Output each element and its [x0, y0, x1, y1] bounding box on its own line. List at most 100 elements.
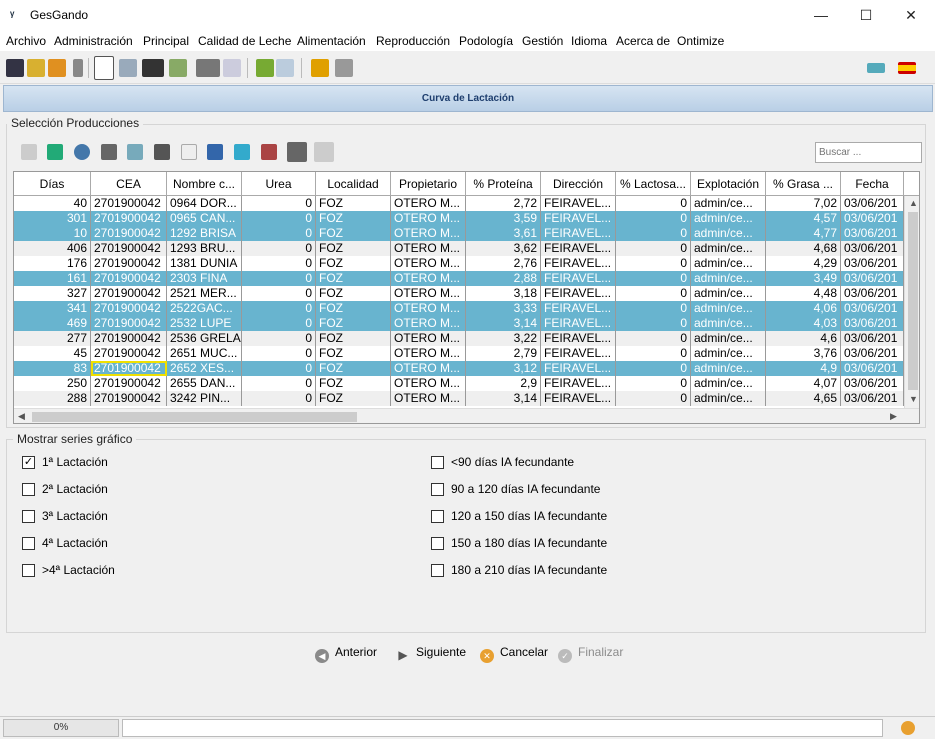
column-header[interactable]: Dirección [541, 172, 616, 196]
table-cell[interactable]: 03/06/201 [841, 331, 904, 346]
table-cell[interactable]: 03/06/201 [841, 301, 904, 316]
lactation-label-3[interactable]: 3ª Lactación [42, 509, 108, 523]
table-cell[interactable]: 1381 DUNIA [167, 256, 242, 271]
lactation-checkbox-2[interactable] [22, 483, 35, 496]
table-cell[interactable]: 1293 BRU... [167, 241, 242, 256]
table-row[interactable]: 301 2701900042 0965 CAN... 0 FOZ OTERO M... 3,… [14, 211, 904, 226]
table-cell[interactable]: admin/ce... [691, 211, 766, 226]
menu-calidad-leche[interactable]: Calidad de Leche [198, 34, 291, 48]
table-cell[interactable]: FOZ [316, 331, 391, 346]
table-cell[interactable]: 2701900042 [91, 241, 167, 256]
table-row[interactable]: 341 2701900042 2522GAC... 0 FOZ OTERO M... 3,3… [14, 301, 904, 316]
table-cell[interactable]: 4,77 [766, 226, 841, 241]
lock-icon[interactable] [311, 59, 329, 77]
scroll-up-icon[interactable]: ▲ [909, 198, 918, 208]
table-cell[interactable]: 3,76 [766, 346, 841, 361]
table-cell[interactable]: 03/06/201 [841, 241, 904, 256]
table-cell[interactable]: FOZ [316, 346, 391, 361]
table-cell[interactable]: 176 [14, 256, 91, 271]
table-row[interactable]: 161 2701900042 2303 FINA 0 FOZ OTERO M... 2,88… [14, 271, 904, 286]
table-cell[interactable]: 4,07 [766, 376, 841, 391]
table-cell[interactable]: FEIRAVEL... [541, 211, 616, 226]
table-cell[interactable]: 4,48 [766, 286, 841, 301]
ia-range-label-5[interactable]: 180 a 210 días IA fecundante [451, 563, 607, 577]
maximize-button[interactable]: ☐ [843, 0, 889, 31]
table-cell[interactable]: FOZ [316, 196, 391, 211]
table-cell[interactable]: 0 [242, 196, 316, 211]
table-cell[interactable]: FEIRAVEL... [541, 256, 616, 271]
ia-range-checkbox-1[interactable] [431, 456, 444, 469]
table-cell[interactable]: admin/ce... [691, 346, 766, 361]
table-cell[interactable]: FEIRAVEL... [541, 271, 616, 286]
column-header[interactable]: % Proteína [466, 172, 541, 196]
table-cell[interactable]: OTERO M... [391, 316, 466, 331]
table-cell[interactable]: FOZ [316, 376, 391, 391]
table-cell[interactable]: 40 [14, 196, 91, 211]
table-cell[interactable]: 341 [14, 301, 91, 316]
table-cell[interactable]: FOZ [316, 361, 391, 376]
lactation-label-4[interactable]: 4ª Lactación [42, 536, 108, 550]
table-cell[interactable]: 4,06 [766, 301, 841, 316]
table-cell[interactable]: OTERO M... [391, 271, 466, 286]
table-cell[interactable]: 3,12 [466, 361, 541, 376]
scroll-down-icon[interactable]: ▼ [909, 394, 918, 404]
table-cell[interactable]: 0 [616, 256, 691, 271]
table-cell[interactable]: 03/06/201 [841, 196, 904, 211]
table-row[interactable]: 45 2701900042 2651 MUC... 0 FOZ OTERO M... 2,7… [14, 346, 904, 361]
table-cell[interactable]: 3,59 [466, 211, 541, 226]
menu-reproduccion[interactable]: Reproducción [376, 34, 450, 48]
column-header[interactable]: Fecha [841, 172, 904, 196]
table-cell[interactable]: 2701900042 [91, 256, 167, 271]
clear-filter-icon[interactable] [287, 142, 307, 162]
tools-icon[interactable] [196, 59, 220, 77]
table-cell[interactable]: 0 [242, 271, 316, 286]
ia-range-checkbox-4[interactable] [431, 537, 444, 550]
excel-icon[interactable] [47, 144, 63, 160]
table-cell[interactable]: 0 [242, 211, 316, 226]
table-cell[interactable]: 327 [14, 286, 91, 301]
table-cell[interactable]: FEIRAVEL... [541, 346, 616, 361]
table-cell[interactable]: 3,14 [466, 391, 541, 406]
table-cell[interactable]: 03/06/201 [841, 211, 904, 226]
menu-podologia[interactable]: Podología [459, 34, 513, 48]
table-cell[interactable]: OTERO M... [391, 346, 466, 361]
table-cell[interactable]: admin/ce... [691, 301, 766, 316]
table-cell[interactable]: admin/ce... [691, 331, 766, 346]
table-cell[interactable]: 0964 DOR... [167, 196, 242, 211]
table-cell[interactable]: 250 [14, 376, 91, 391]
table-cell[interactable]: FEIRAVEL... [541, 196, 616, 211]
table-cell[interactable]: 2,88 [466, 271, 541, 286]
column-header[interactable]: Localidad [316, 172, 391, 196]
ia-range-checkbox-3[interactable] [431, 510, 444, 523]
sum-icon[interactable] [234, 144, 250, 160]
column-header[interactable]: Explotación [691, 172, 766, 196]
herd-icon[interactable] [142, 59, 164, 77]
table-cell[interactable]: 0 [616, 196, 691, 211]
print-icon[interactable] [101, 144, 117, 160]
table-cell[interactable]: OTERO M... [391, 391, 466, 406]
table-cell[interactable]: FOZ [316, 286, 391, 301]
table-cell[interactable]: 2701900042 [91, 196, 167, 211]
close-button[interactable]: ✕ [888, 0, 934, 31]
page-icon[interactable] [181, 144, 197, 160]
ia-range-label-1[interactable]: <90 días IA fecundante [451, 455, 574, 469]
table-cell[interactable]: OTERO M... [391, 196, 466, 211]
table-cell[interactable]: 0 [242, 316, 316, 331]
table-cell[interactable]: 2701900042 [91, 376, 167, 391]
table-cell[interactable]: 3,18 [466, 286, 541, 301]
table-cell[interactable]: 0 [616, 271, 691, 286]
table-cell[interactable]: 83 [14, 361, 91, 376]
table-cell[interactable]: admin/ce... [691, 241, 766, 256]
table-cell[interactable]: 45 [14, 346, 91, 361]
lactation-checkbox-1[interactable]: ✓ [22, 456, 35, 469]
table-cell[interactable]: 03/06/201 [841, 286, 904, 301]
horizontal-scrollbar[interactable]: ◀ ▶ [14, 408, 919, 423]
table-cell[interactable]: 0 [616, 211, 691, 226]
table-cell[interactable]: FOZ [316, 241, 391, 256]
table-cell[interactable]: 161 [14, 271, 91, 286]
table-cell[interactable]: 3,49 [766, 271, 841, 286]
table-cell[interactable]: 277 [14, 331, 91, 346]
table-cell[interactable]: 03/06/201 [841, 346, 904, 361]
table-cell[interactable]: 3,33 [466, 301, 541, 316]
table-cell[interactable]: 2532 LUPE [167, 316, 242, 331]
